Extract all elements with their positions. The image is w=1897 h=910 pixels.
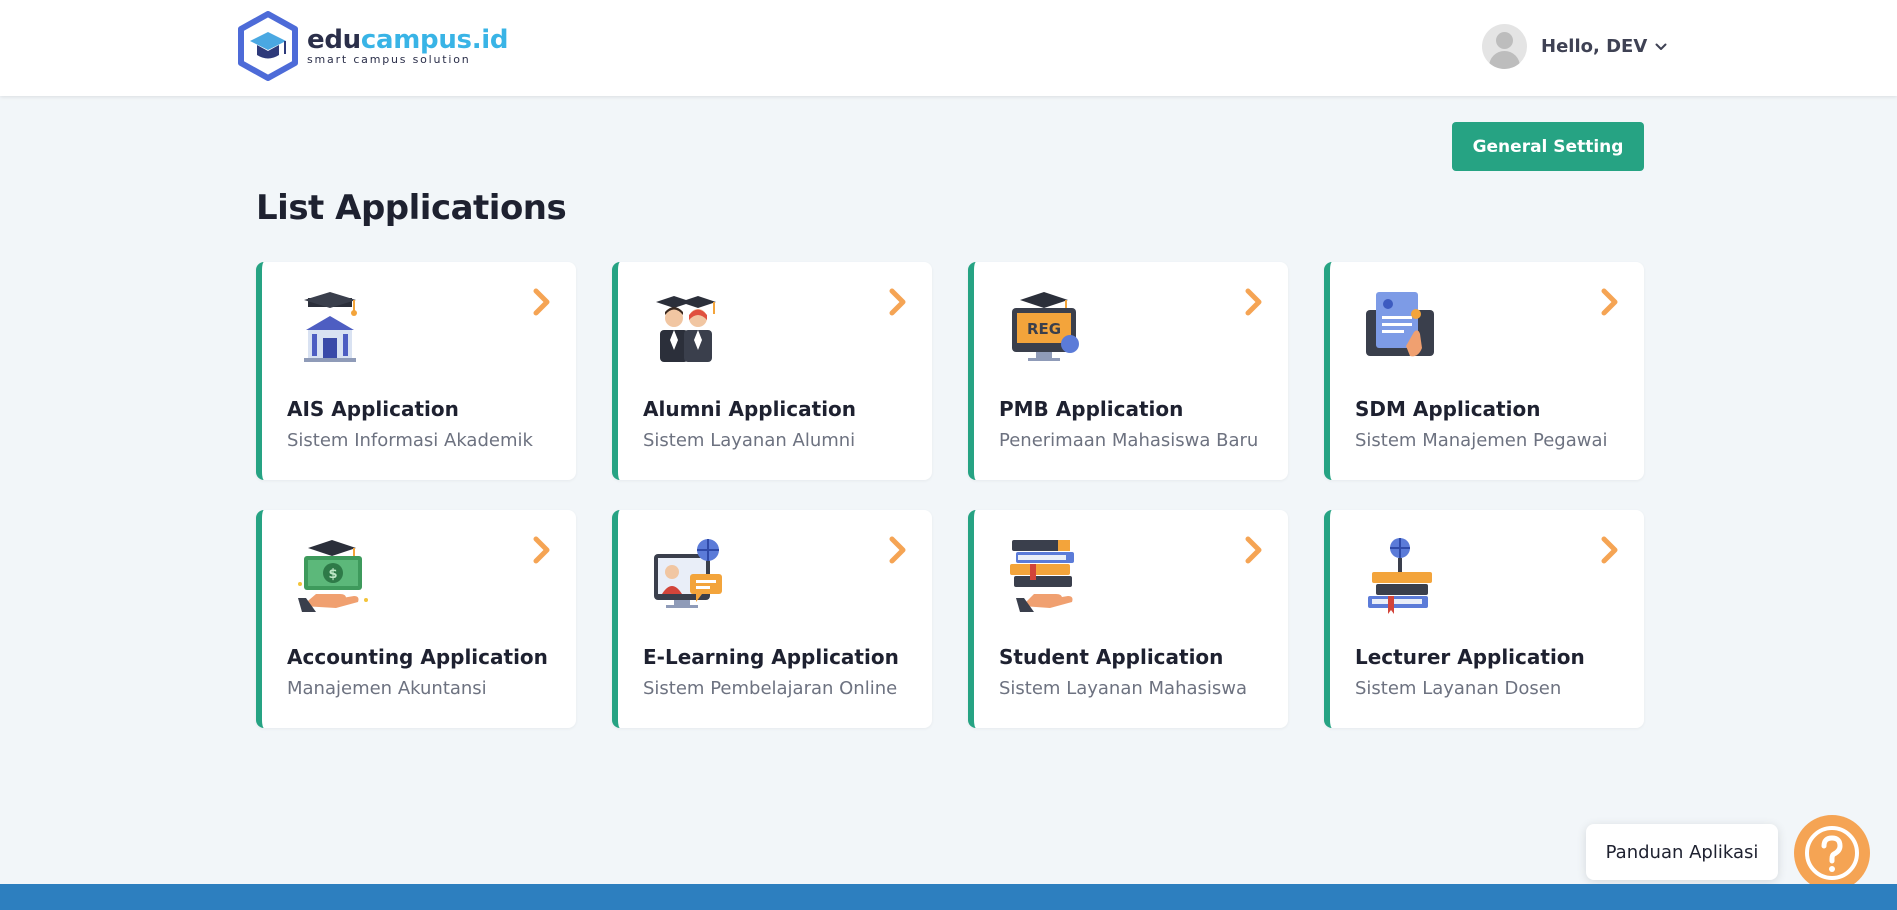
- app-name: AIS Application: [287, 397, 459, 421]
- app-name: Student Application: [999, 645, 1224, 669]
- app-name: Lecturer Application: [1355, 645, 1585, 669]
- app-card-accounting[interactable]: $ Accounting Application Manajemen Akunt…: [256, 510, 576, 728]
- chevron-right-icon[interactable]: [532, 536, 552, 564]
- general-setting-button[interactable]: General Setting: [1452, 122, 1644, 171]
- app-name: Accounting Application: [287, 645, 548, 669]
- applications-grid: AIS Application Sistem Informasi Akademi…: [256, 262, 1644, 728]
- graduates-icon: [656, 296, 716, 362]
- chevron-right-icon[interactable]: [1600, 536, 1620, 564]
- app-card-pmb[interactable]: REG PMB Application Penerimaan Mahasiswa…: [968, 262, 1288, 480]
- app-card-student[interactable]: Student Application Sistem Layanan Mahas…: [968, 510, 1288, 728]
- top-navbar: educampus.id smart campus solution Hello…: [0, 0, 1897, 96]
- user-menu[interactable]: Hello, DEV: [1482, 24, 1667, 69]
- app-name: Alumni Application: [643, 397, 857, 421]
- app-name: PMB Application: [999, 397, 1184, 421]
- avatar: [1482, 24, 1527, 69]
- app-name: E-Learning Application: [643, 645, 899, 669]
- chevron-right-icon[interactable]: [888, 536, 908, 564]
- chevron-right-icon[interactable]: [1600, 288, 1620, 316]
- chevron-right-icon[interactable]: [1244, 536, 1264, 564]
- chevron-right-icon[interactable]: [532, 288, 552, 316]
- brand-name-edu: edu: [307, 25, 361, 55]
- app-description: Penerimaan Mahasiswa Baru: [999, 430, 1259, 451]
- online-teacher-icon: [654, 539, 722, 608]
- app-card-ais[interactable]: AIS Application Sistem Informasi Akademi…: [256, 262, 576, 480]
- page-title: List Applications: [256, 188, 567, 228]
- registration-monitor-icon: REG: [1012, 292, 1079, 361]
- app-description: Sistem Manajemen Pegawai: [1355, 430, 1608, 451]
- books-globe-icon: [1368, 538, 1432, 614]
- app-description: Sistem Layanan Dosen: [1355, 678, 1562, 699]
- chevron-down-icon: [1655, 43, 1667, 50]
- app-description: Sistem Informasi Akademik: [287, 430, 533, 451]
- app-card-sdm[interactable]: SDM Application Sistem Manajemen Pegawai: [1324, 262, 1644, 480]
- chevron-right-icon[interactable]: [888, 288, 908, 316]
- app-card-alumni[interactable]: Alumni Application Sistem Layanan Alumni: [612, 262, 932, 480]
- question-mark-icon: [1805, 826, 1859, 880]
- svg-text:$: $: [328, 567, 337, 582]
- app-card-lecturer[interactable]: Lecturer Application Sistem Layanan Dose…: [1324, 510, 1644, 728]
- app-description: Sistem Layanan Alumni: [643, 430, 856, 451]
- money-hand-icon: $: [298, 540, 368, 612]
- brand-tagline: smart campus solution: [307, 53, 471, 66]
- page-footer: [0, 884, 1897, 910]
- chevron-right-icon[interactable]: [1244, 288, 1264, 316]
- brand-name-campus: campus.id: [360, 25, 509, 55]
- app-name: SDM Application: [1355, 397, 1541, 421]
- educampus-logo-icon: [238, 11, 298, 81]
- app-description: Sistem Pembelajaran Online: [643, 678, 898, 699]
- app-description: Manajemen Akuntansi: [287, 678, 487, 699]
- employee-document-icon: [1366, 292, 1434, 357]
- help-tooltip[interactable]: Panduan Aplikasi: [1586, 824, 1778, 880]
- brand-logo[interactable]: educampus.id smart campus solution: [236, 11, 509, 81]
- user-greeting: Hello, DEV: [1541, 36, 1648, 57]
- app-card-elearning[interactable]: E-Learning Application Sistem Pembelajar…: [612, 510, 932, 728]
- help-button[interactable]: [1794, 815, 1870, 891]
- app-description: Sistem Layanan Mahasiswa: [999, 678, 1248, 699]
- campus-building-icon: [304, 292, 357, 362]
- books-hand-icon: [1010, 540, 1074, 612]
- svg-text:REG: REG: [1027, 320, 1061, 338]
